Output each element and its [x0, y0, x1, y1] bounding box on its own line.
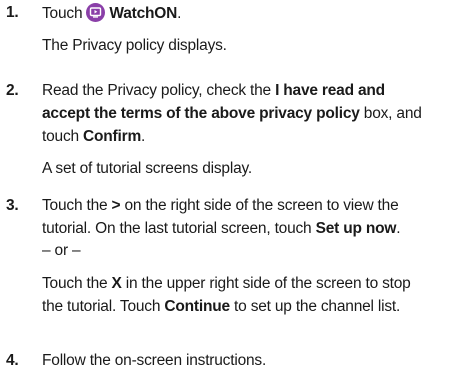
text-run: touch [42, 128, 84, 145]
step-number: 3. [6, 197, 19, 214]
step-1-instruction: Touch WatchON. [42, 3, 182, 22]
step-number: 1. [6, 4, 19, 21]
text-run: Read the Privacy policy, check the [42, 82, 276, 99]
step-3-alt-line-1: Touch the X in the upper right side of t… [42, 274, 411, 294]
step-4-instruction: Follow the on-screen instructions. [42, 352, 267, 369]
text-run: to set up the channel list. [229, 298, 401, 315]
step-2-line-2: accept the terms of the above privacy po… [42, 104, 422, 124]
bold-text: accept the terms of the above privacy po… [42, 105, 360, 122]
text-run: . [396, 220, 401, 237]
step-2-line-1: Read the Privacy policy, check the I hav… [42, 81, 385, 101]
step-2-line-3: touch Confirm. [42, 127, 145, 147]
bold-text: X [111, 275, 122, 292]
step-number: 4. [6, 352, 19, 369]
bold-text: Set up now [315, 220, 397, 237]
text-run: the tutorial. Touch [42, 298, 165, 315]
text-run: on the right side of the screen to view … [120, 197, 399, 214]
step-3-line-1: Touch the > on the right side of the scr… [42, 196, 399, 216]
text-run: box, and [359, 105, 422, 122]
bold-text: I have read and [275, 82, 385, 99]
step-3-line-2: tutorial. On the last tutorial screen, t… [42, 219, 401, 239]
app-name: WatchON [109, 5, 178, 22]
text-run: in the upper right side of the screen to… [121, 275, 411, 292]
text-run: tutorial. On the last tutorial screen, t… [42, 220, 316, 237]
bold-text: Confirm [83, 128, 142, 145]
step-2-result: A set of tutorial screens display. [42, 160, 253, 177]
step-1-result: The Privacy policy displays. [42, 37, 227, 54]
step-number: 2. [6, 82, 19, 99]
text-run: Touch the [42, 197, 112, 214]
text-run: . [141, 128, 146, 145]
bold-text: Continue [164, 298, 230, 315]
or-separator: – or – [42, 242, 81, 259]
text-run: Touch the [42, 275, 112, 292]
touch-word: Touch [42, 5, 83, 22]
watchon-app-icon [86, 3, 106, 22]
step-3-alt-line-2: the tutorial. Touch Continue to set up t… [42, 297, 400, 317]
